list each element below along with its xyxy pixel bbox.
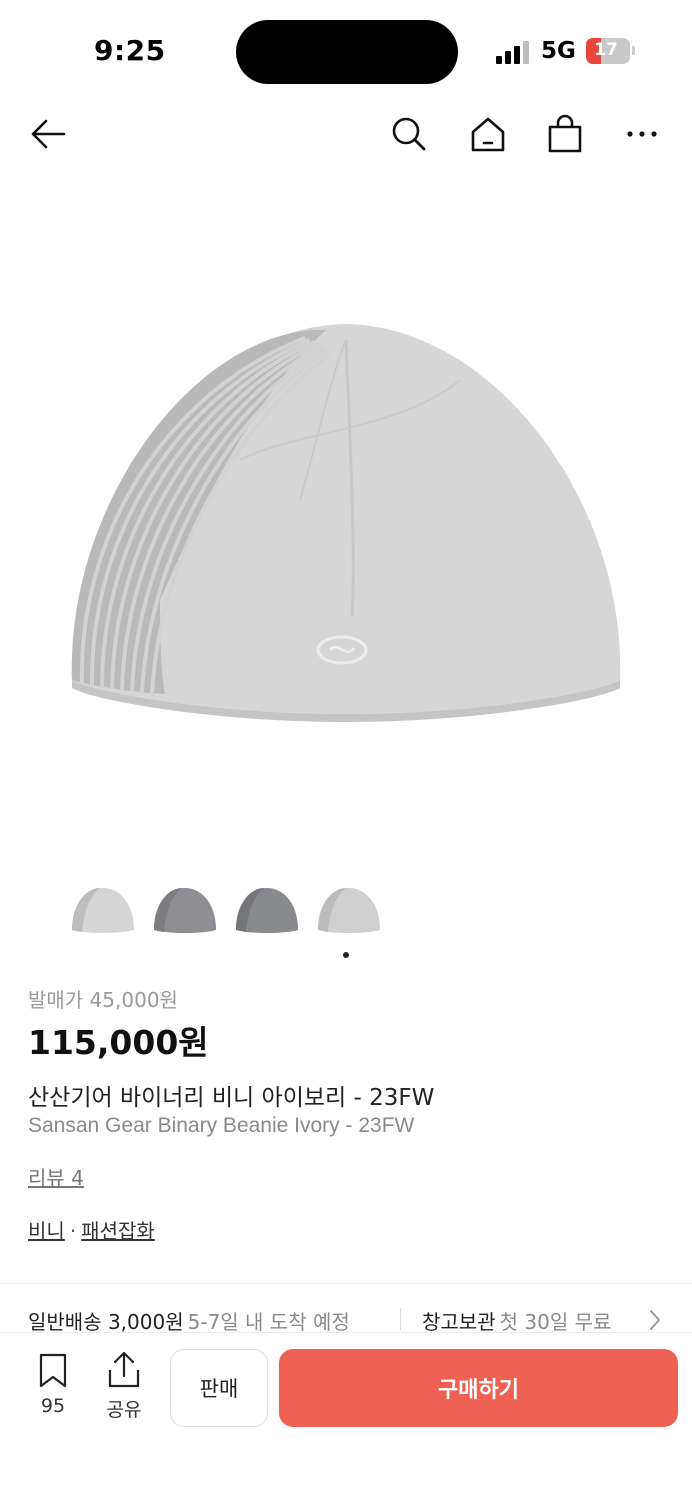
category-separator: · [69,1219,77,1243]
product-price: 115,000원 [28,1023,209,1062]
thumbnail-4[interactable] [316,884,382,936]
back-arrow-icon [31,119,66,149]
bookmark-icon [39,1353,67,1388]
warehouse-storage-note: 첫 30일 무료 [499,1310,612,1334]
home-button[interactable] [464,110,512,158]
category-link-beanie[interactable]: 비니 [28,1219,65,1243]
sell-button[interactable]: 판매 [170,1349,268,1427]
share-icon [108,1351,140,1388]
standard-shipping-fee: 일반배송 3,000원 [28,1310,184,1334]
thumbnail-3[interactable] [234,884,300,936]
battery-level: 17 [594,40,618,60]
product-title-korean: 산산기어 바이너리 비니 아이보리 - 23FW [28,1085,435,1111]
bookmark-count: 95 [40,1395,66,1417]
category-breadcrumb: 비니 · 패션잡화 [28,1215,155,1244]
warehouse-storage-label: 창고보관 [422,1310,496,1334]
release-price: 발매가 45,000원 [28,988,178,1012]
share-label: 공유 [106,1399,142,1421]
standard-shipping-eta: 5-7일 내 도착 예정 [187,1310,350,1334]
more-button[interactable] [618,110,666,158]
battery-nub [632,46,635,55]
review-link[interactable]: 리뷰 4 [28,1162,84,1191]
shopping-bag-icon [548,114,582,153]
signal-icon [496,40,532,64]
shipping-separator [400,1308,401,1330]
buy-button[interactable]: 구매하기 [279,1349,678,1427]
chevron-right-icon[interactable] [648,1308,662,1332]
network-type: 5G [541,38,576,64]
beanie-image [71,324,621,722]
battery-icon: 17 [586,38,630,64]
product-title-english: Sansan Gear Binary Beanie Ivory - 23FW [28,1114,415,1137]
search-icon [392,117,426,151]
home-icon [471,117,505,152]
back-button[interactable] [24,110,72,158]
product-image[interactable] [0,180,692,860]
search-button[interactable] [385,110,433,158]
bookmark-button[interactable]: 95 [30,1353,76,1417]
cart-button[interactable] [541,110,589,158]
top-nav [0,104,692,164]
standard-shipping: 일반배송 3,000원 5-7일 내 도착 예정 [28,1306,350,1335]
category-link-fashion-accessories[interactable]: 패션잡화 [81,1219,155,1243]
thumbnail-1[interactable] [70,884,136,936]
share-button[interactable]: 공유 [98,1351,150,1422]
status-bar: 9:25 5G 17 [0,0,692,104]
bottom-action-bar: 95 공유 판매 구매하기 [0,1332,692,1500]
thumbnail-2[interactable] [152,884,218,936]
dynamic-island [236,20,458,84]
warehouse-storage[interactable]: 창고보관 첫 30일 무료 [422,1306,611,1335]
status-time: 9:25 [94,34,166,67]
section-divider [0,1283,692,1284]
more-icon [627,131,657,137]
page-indicator-dot [343,952,349,958]
